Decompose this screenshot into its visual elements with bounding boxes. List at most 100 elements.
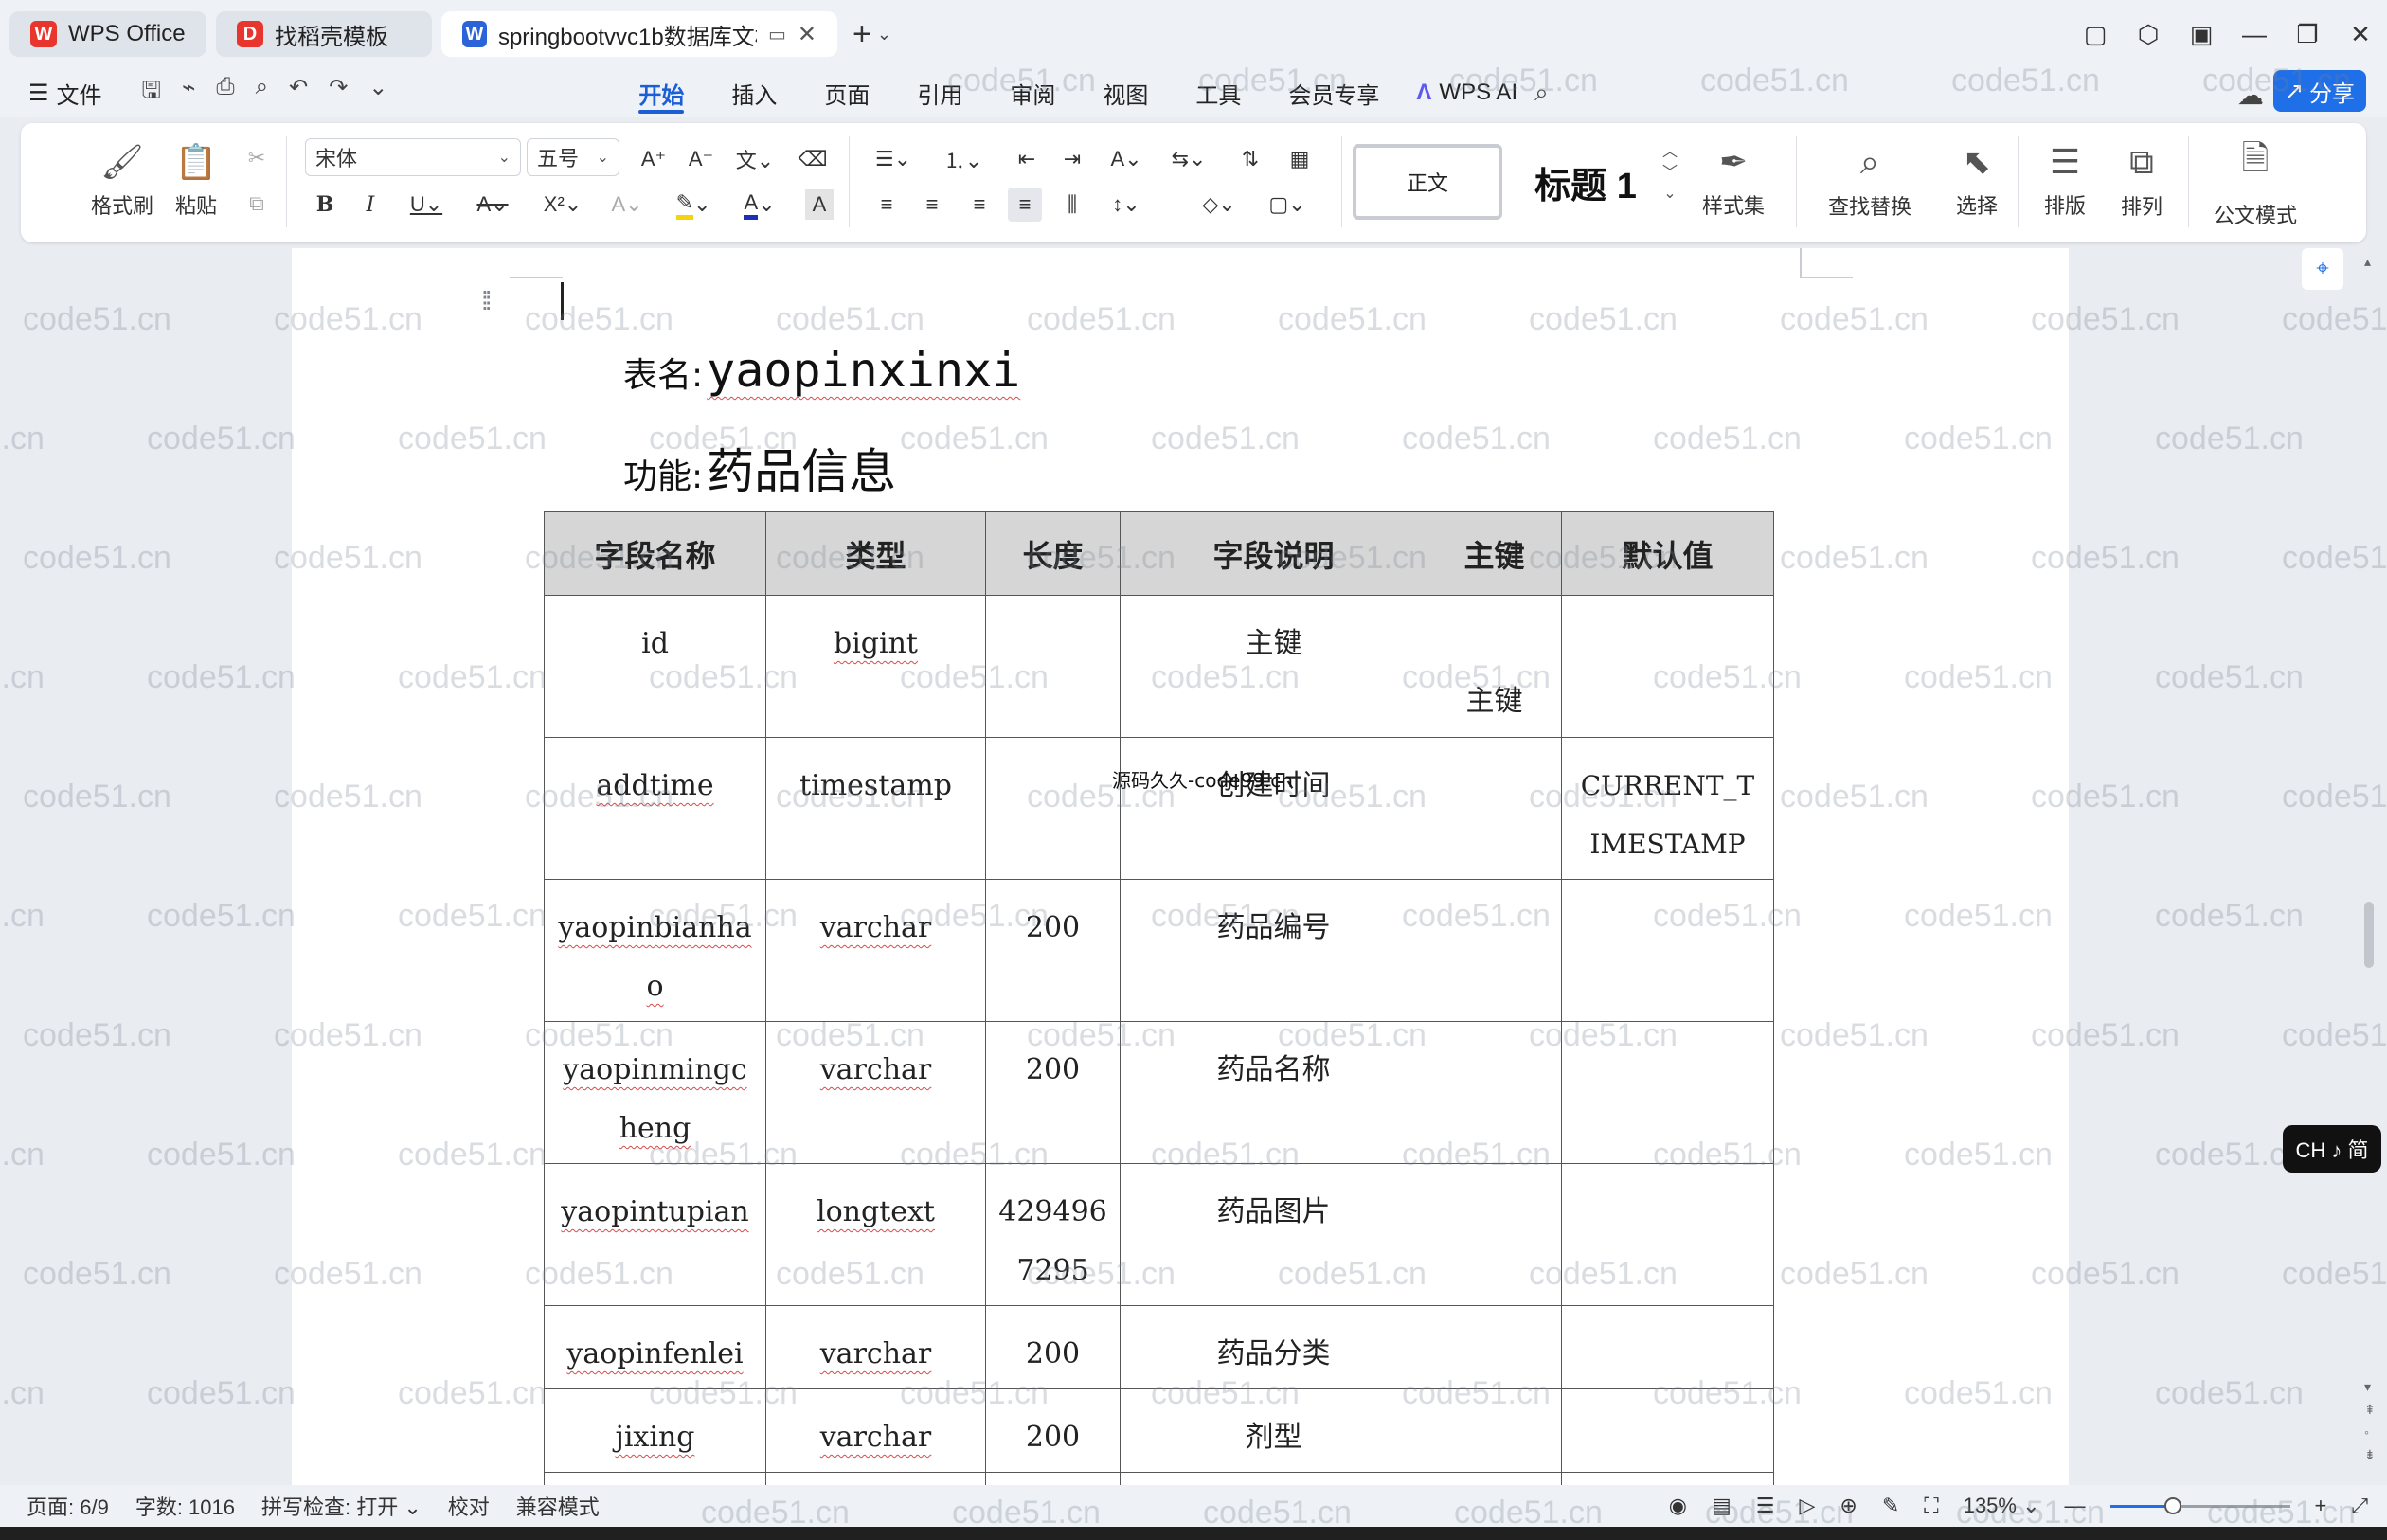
clear-format-icon[interactable]: ⌫ xyxy=(796,142,830,176)
share-link-icon[interactable]: ⌁ xyxy=(182,74,195,113)
save-icon[interactable]: 🖫 xyxy=(142,74,161,113)
bullet-list-icon[interactable]: ☰⌄ xyxy=(870,142,917,176)
cell-default[interactable] xyxy=(1561,879,1774,1022)
page-nav-icons[interactable]: ▾ ⇞ ◦ ⇟ xyxy=(2364,1375,2376,1466)
tab-review[interactable]: 审阅 xyxy=(986,68,1079,117)
align-center-icon[interactable]: ≡ xyxy=(915,188,949,222)
cell-name[interactable]: yaopintupian xyxy=(544,1163,766,1306)
chevron-down-icon[interactable]: ⌄ xyxy=(877,25,891,45)
scroll-thumb[interactable] xyxy=(2364,902,2374,968)
cell-type[interactable]: varchar xyxy=(765,1021,986,1164)
avatar[interactable]: ▣ xyxy=(2175,8,2228,61)
cell-length[interactable]: 200 xyxy=(985,879,1121,1022)
cell-type[interactable] xyxy=(765,1472,986,1485)
redo-icon[interactable]: ↷ xyxy=(329,74,348,113)
cell-length[interactable] xyxy=(985,737,1121,880)
new-tab-button[interactable]: + xyxy=(852,16,871,53)
char-shading-icon[interactable]: A xyxy=(805,189,834,220)
play-icon[interactable]: ▷ xyxy=(1800,1494,1816,1518)
eye-icon[interactable]: ◉ xyxy=(1669,1494,1687,1518)
undo-icon[interactable]: ↶ xyxy=(289,74,308,113)
tab-page[interactable]: 页面 xyxy=(800,68,893,117)
copy-icon[interactable]: ⧉ xyxy=(242,189,271,218)
cell-pk[interactable] xyxy=(1427,1472,1562,1485)
cell-name[interactable]: jixing xyxy=(544,1388,766,1473)
tab-insert[interactable]: 插入 xyxy=(708,68,800,117)
line-spacing-icon[interactable]: ↕⌄ xyxy=(1103,188,1150,222)
style-heading-1[interactable]: 标题 1 xyxy=(1519,152,1652,212)
grow-font-icon[interactable]: A⁺ xyxy=(637,142,671,176)
sort-icon[interactable]: ⇅ xyxy=(1233,142,1267,176)
document-page[interactable]: ⁞⁞ 表名: yaopinxinxi 功能: 药品信息 字段名称 类型 长度 字… xyxy=(292,248,2069,1485)
cloud-upload-icon[interactable]: ☁ xyxy=(2237,80,2264,111)
font-color-icon[interactable]: A ⌄ xyxy=(733,188,786,222)
monitor-icon[interactable]: ▭ xyxy=(768,23,786,46)
cell-length[interactable]: 200 xyxy=(985,1388,1121,1473)
align-left-icon[interactable]: ≡ xyxy=(870,188,904,222)
close-window-button[interactable]: ✕ xyxy=(2334,8,2387,61)
cell-type[interactable]: varchar xyxy=(765,1388,986,1473)
cell-desc[interactable]: 剂型 xyxy=(1120,1388,1427,1473)
text-direction-icon[interactable]: A⌄ xyxy=(1103,142,1150,176)
cell-type[interactable]: bigint xyxy=(765,595,986,738)
cell-name[interactable]: yaopinbianhao xyxy=(544,879,766,1022)
shrink-font-icon[interactable]: A⁻ xyxy=(684,142,718,176)
shading-icon[interactable]: ◇⌄ xyxy=(1195,188,1243,222)
close-tab-icon[interactable]: ✕ xyxy=(798,21,817,48)
cell-desc[interactable] xyxy=(1120,1472,1427,1485)
distribute-icon[interactable]: ⫼ xyxy=(1055,188,1089,222)
show-marks-icon[interactable]: ▦ xyxy=(1283,142,1317,176)
proofread-button[interactable]: 校对 xyxy=(448,1491,490,1521)
wps-ai-button[interactable]: Ʌ WPS AI xyxy=(1416,80,1517,106)
print-icon[interactable]: ⎙ xyxy=(216,74,234,113)
cell-length[interactable]: 200 xyxy=(985,1021,1121,1164)
cell-pk[interactable] xyxy=(1427,1163,1562,1306)
style-set-button[interactable]: ✒ 样式集 xyxy=(1696,138,1771,224)
cell-default[interactable] xyxy=(1561,1388,1774,1473)
underline-icon[interactable]: U⌄ xyxy=(402,188,451,222)
cell-type[interactable]: varchar xyxy=(765,879,986,1022)
cell-pk[interactable] xyxy=(1427,1305,1562,1389)
zoom-in-icon[interactable]: + xyxy=(2315,1494,2327,1518)
fullscreen-icon[interactable]: ⤢ xyxy=(2351,1494,2368,1518)
location-pin-icon[interactable]: ⌖ xyxy=(2302,248,2343,290)
cell-default[interactable] xyxy=(1561,1305,1774,1389)
tab-membership[interactable]: 会员专享 xyxy=(1265,68,1403,117)
cell-type[interactable]: timestamp xyxy=(765,737,986,880)
cell-default[interactable] xyxy=(1561,1163,1774,1306)
cell-length[interactable] xyxy=(985,1472,1121,1485)
cell-desc[interactable]: 主键 xyxy=(1120,595,1427,738)
tab-references[interactable]: 引用 xyxy=(893,68,986,117)
tab-home[interactable]: 开始 xyxy=(615,68,708,117)
page-view-icon[interactable]: ▤ xyxy=(1712,1494,1732,1518)
cell-desc[interactable]: 药品分类 xyxy=(1120,1305,1427,1389)
strikethrough-icon[interactable]: A⌄ xyxy=(468,188,517,222)
paste-button[interactable]: 📋 粘贴 xyxy=(167,138,225,224)
zoom-out-icon[interactable]: — xyxy=(2065,1494,2086,1518)
layout-button[interactable]: ☰ 排版 xyxy=(2033,138,2097,224)
cell-pk[interactable] xyxy=(1427,879,1562,1022)
tab-wps-office[interactable]: W WPS Office xyxy=(9,11,206,57)
decrease-indent-icon[interactable]: ⇤ xyxy=(1010,142,1044,176)
text-effect-icon[interactable]: A⌄ xyxy=(602,188,652,222)
cell-pk[interactable] xyxy=(1427,737,1562,880)
style-normal[interactable]: 正文 xyxy=(1353,144,1502,220)
format-painter-button[interactable]: 🖌 格式刷 xyxy=(87,138,157,224)
cube-icon[interactable]: ⬡ xyxy=(2122,8,2175,61)
drag-handle-icon[interactable]: ⁞⁞ xyxy=(481,286,492,316)
font-name-select[interactable]: 宋体 ⌄ xyxy=(305,138,521,176)
cell-default[interactable] xyxy=(1561,595,1774,738)
pen-icon[interactable]: ✎ xyxy=(1882,1494,1899,1518)
zoom-slider[interactable] xyxy=(2109,1496,2290,1514)
document-area[interactable]: ⁞⁞ 表名: yaopinxinxi 功能: 药品信息 字段名称 类型 长度 字… xyxy=(0,248,2387,1485)
scroll-up-icon[interactable]: ▴ xyxy=(2364,254,2371,270)
minimize-button[interactable]: — xyxy=(2228,8,2281,61)
cell-length[interactable] xyxy=(985,595,1121,738)
border-icon[interactable]: ▢⌄ xyxy=(1264,188,1311,222)
search-icon[interactable]: ⌕ xyxy=(1534,78,1549,108)
font-size-select[interactable]: 五号 ⌄ xyxy=(527,138,619,176)
cell-length[interactable]: 4294967295 xyxy=(985,1163,1121,1306)
cell-name[interactable] xyxy=(544,1472,766,1485)
cell-desc[interactable]: 药品图片 xyxy=(1120,1163,1427,1306)
cell-default[interactable]: CURRENT_TIMESTAMP xyxy=(1561,737,1774,880)
